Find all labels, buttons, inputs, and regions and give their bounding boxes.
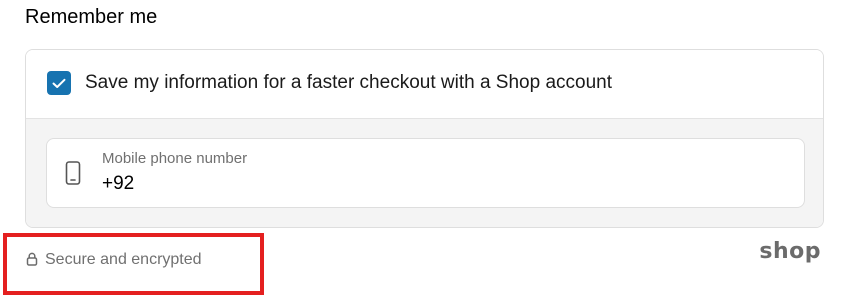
save-info-checkbox[interactable]: [47, 71, 71, 95]
phone-input[interactable]: +92: [102, 173, 134, 195]
section-title: Remember me: [25, 6, 158, 28]
remember-me-card: Save my information for a faster checkou…: [25, 49, 824, 228]
shop-logo: shop: [759, 239, 821, 264]
save-info-row[interactable]: Save my information for a faster checkou…: [26, 50, 823, 119]
save-info-label[interactable]: Save my information for a faster checkou…: [85, 72, 612, 94]
lock-icon: [26, 252, 38, 266]
mobile-phone-field[interactable]: Mobile phone number +92: [46, 138, 805, 208]
checkmark-icon: [52, 78, 66, 88]
phone-field-label: Mobile phone number: [102, 150, 248, 167]
secure-encrypted-text: Secure and encrypted: [45, 251, 202, 268]
mobile-phone-icon: [65, 161, 81, 185]
phone-section: Mobile phone number +92: [26, 119, 823, 227]
